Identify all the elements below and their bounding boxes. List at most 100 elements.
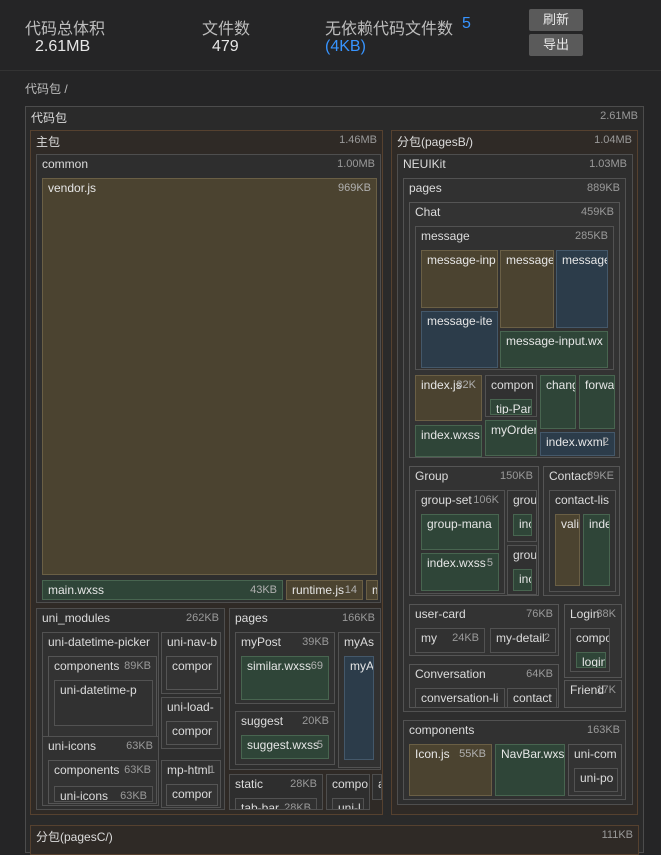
file-group-mana[interactable]: group-mana [421,514,499,550]
file-index-wxss-group[interactable]: index.wxss 5 [421,553,499,591]
file-message-input[interactable]: message-inp [421,250,498,308]
conversation-list-folder[interactable]: conversation-li [415,688,505,708]
my-folder[interactable]: my 24KB [415,628,485,653]
treemap-node-label: uni_modules [42,611,111,625]
treemap-node-size: 889KB [586,182,620,194]
treemap-node-label: compo [332,777,369,791]
file-inc-b[interactable]: inc [513,514,532,536]
treemap-node-size: 55KB [459,748,486,760]
uni-load-more-components[interactable]: compor [166,721,218,745]
treemap-node-label: pages [409,181,442,195]
treemap-node-label: myA [350,659,374,673]
file-runtime-js[interactable]: runtime.js 14 [286,580,363,600]
uni-icons-file[interactable]: uni-icons 63KB [54,786,153,802]
file-message-input-wxml[interactable]: message-input.wx [500,331,608,368]
treemap-node-size: 63KB [126,740,153,752]
treemap-node-label: components [409,723,475,737]
file-m[interactable]: m [366,580,378,600]
uni-nav-bar-components[interactable]: compor [166,656,218,690]
treemap-node-size: 969KB [337,182,371,194]
treemap-node-label: components [54,659,120,673]
treemap-node-label: vendor.js [48,181,97,195]
treemap-node-label: NEUIKit [403,157,446,171]
file-chang[interactable]: chang [540,375,576,429]
treemap-node-label: forwa [585,378,615,392]
treemap-node-label: login [582,655,606,668]
folder-a[interactable]: a [372,774,382,800]
treemap-node-label: pages [235,611,268,625]
my-detail-folder[interactable]: my-detail 2 [490,628,556,653]
uni-l-folder[interactable]: uni-l [332,798,364,810]
file-navbar-wxs[interactable]: NavBar.wxs [495,744,565,796]
treemap-node-label: suggest.wxss [247,738,320,752]
treemap-node-label: 主包 [36,135,61,149]
treemap-node-label: uni-l [338,801,361,810]
treemap-node-label: 代码包 [31,111,68,125]
treemap-node-size: 63KB [120,790,147,802]
treemap-node-label: message [421,229,470,243]
treemap-node-label: conversation-li [421,691,499,705]
treemap-node-label: uni-datetime-p [60,683,137,697]
treemap-node-label: myAs [344,635,374,649]
treemap-node-label: message [506,253,554,267]
file-mya[interactable]: myA [344,656,374,760]
file-main-wxss[interactable]: main.wxss 43KB [42,580,283,600]
treemap-node-label: message-inp [427,253,496,267]
treemap-node-size: 166KB [341,612,375,624]
file-index-wxml[interactable]: index.wxml 2 [540,432,615,456]
treemap-node-label: common [42,157,89,171]
treemap-node-label: a [378,777,381,791]
file-vali[interactable]: vali [555,514,580,586]
treemap-node-label: myPost [241,635,282,649]
treemap-node-size: 39KB [302,636,329,648]
treemap-node-size: 1 [208,764,215,776]
treemap-node-label: index.wxss [427,556,486,570]
treemap-node-size: 5 [486,557,493,569]
treemap-node-label: suggest [241,714,284,728]
treemap-node-size: 38K [596,608,616,620]
file-similar-wxss[interactable]: similar.wxss 69 [241,656,329,700]
file-myorder[interactable]: myOrder [485,420,537,456]
file-inde[interactable]: inde [583,514,610,586]
treemap-node-label: Conversation [415,667,486,681]
treemap-node-label: 分包(pagesB/) [397,135,474,149]
file-index-js[interactable]: index.js 32K [415,375,482,421]
treemap-node-label: m [372,583,377,597]
treemap-node-label: group-mana [427,517,492,531]
treemap-node-label: grou [513,548,537,562]
file-message-c[interactable]: message [556,250,608,328]
file-vendor-js[interactable]: vendor.js 969KB [42,178,377,575]
treemap-node-label: compor [172,724,213,738]
treemap-node-label: compon [491,378,534,392]
treemap-node-label: contact-lis [555,493,610,507]
treemap-node-label: uni-icons [48,739,97,753]
treemap-node-label: compor [172,659,213,673]
treemap: 代码包 2.61MB 主包 1.46MB common 1.00MB vendor.js 96… [0,0,661,855]
treemap-node-label: my [421,631,437,645]
mp-html-components[interactable]: compor [166,784,218,806]
treemap-node-label: message-ite [427,314,493,328]
file-inc-c[interactable]: inc [513,569,532,591]
tab-bar-folder[interactable]: tab-bar 28KB [235,798,317,810]
subpackage-pagesc[interactable]: 分包(pagesC/) 111KB [30,825,639,855]
file-forwa[interactable]: forwa [579,375,615,429]
treemap-node-label: inc [519,517,531,531]
uni-datetime-p-folder[interactable]: uni-datetime-p [54,680,153,726]
treemap-node-size: 63KB [124,764,151,776]
treemap-node-label: uni-po [580,771,614,785]
file-tip-pan[interactable]: tip-Pan [490,399,532,415]
uni-po-folder[interactable]: uni-po [574,768,618,792]
treemap-node-label: runtime.js [292,583,345,597]
treemap-node-size: 1.00MB [337,158,375,170]
file-message-item[interactable]: message-ite [421,311,498,368]
contact-folder-b[interactable]: contact [507,688,557,708]
file-icon-js[interactable]: Icon.js 55KB [409,744,492,796]
treemap-node-label: Chat [415,205,441,219]
file-message-b[interactable]: message [500,250,554,328]
file-login[interactable]: login [576,652,606,668]
friend-folder[interactable]: Friend 17K [564,680,622,708]
treemap-node-size: 43KB [250,584,277,596]
treemap-node-size: 64KB [526,668,553,680]
file-index-wxss[interactable]: index.wxss [415,425,482,457]
file-suggest-wxss[interactable]: suggest.wxss 5 [241,735,329,759]
